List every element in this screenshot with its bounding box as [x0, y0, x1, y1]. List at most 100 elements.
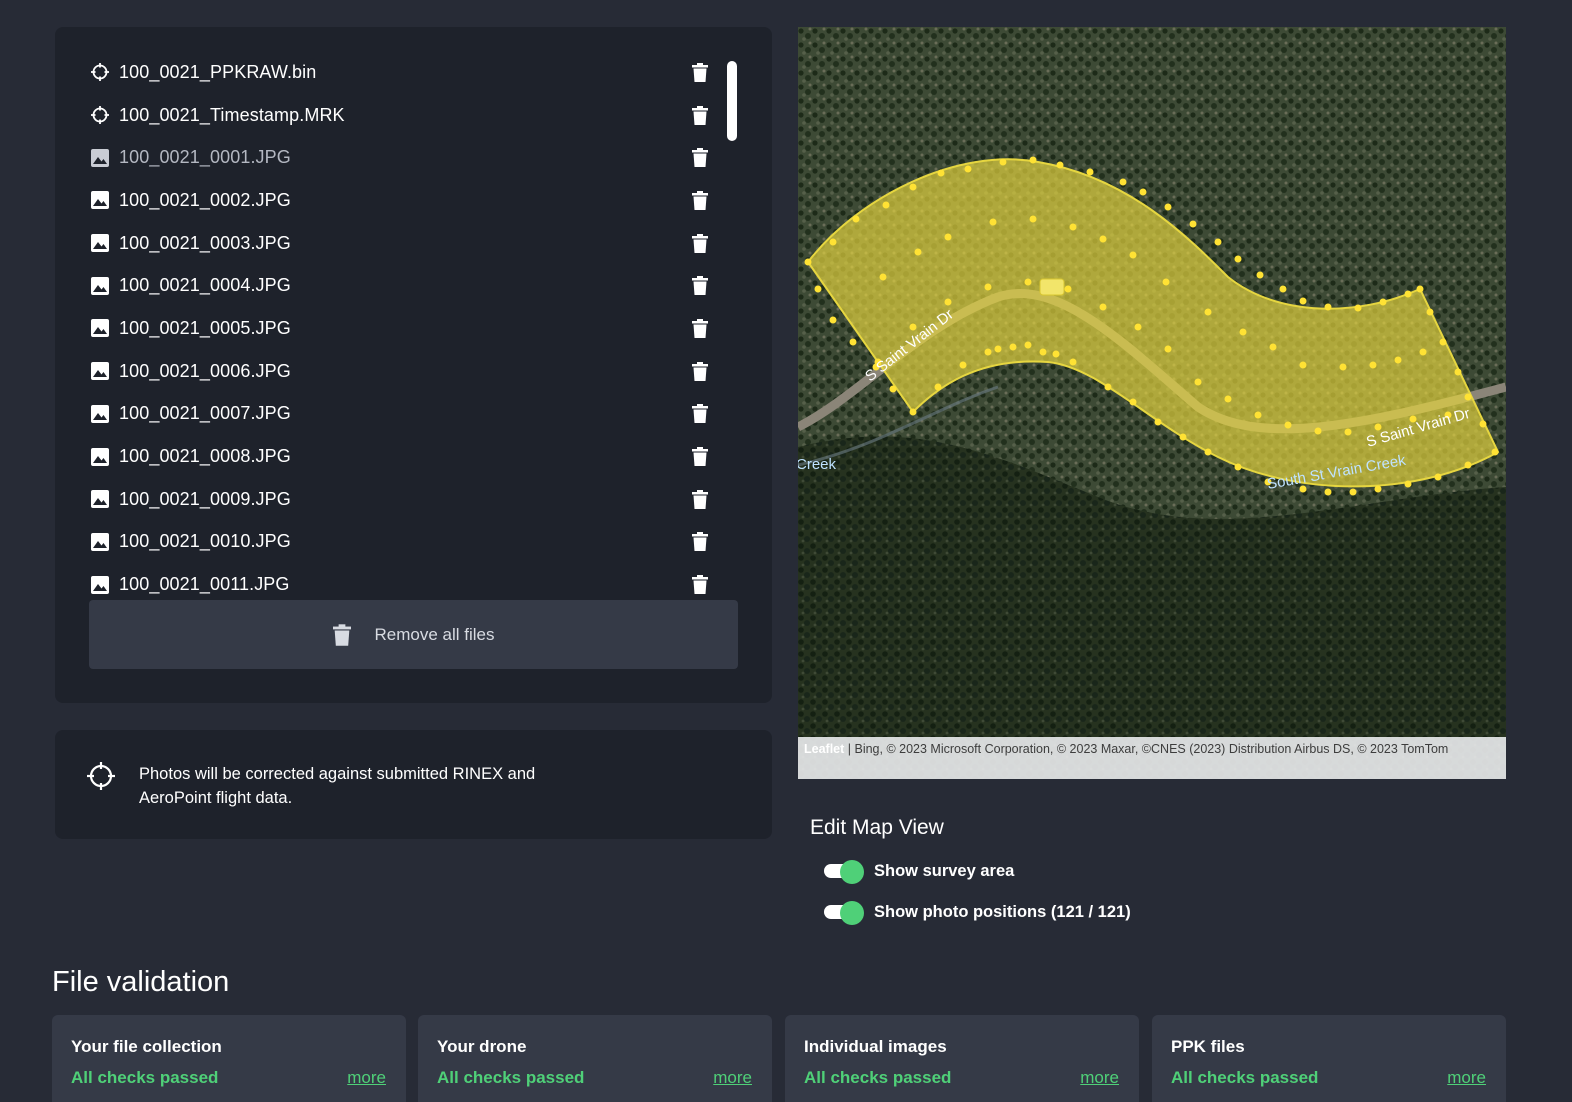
toggle-switch[interactable]: [824, 860, 864, 884]
scrollbar[interactable]: [727, 61, 737, 141]
delete-file-button[interactable]: [690, 531, 710, 553]
file-name: 100_0021_Timestamp.MRK: [119, 104, 345, 125]
trash-icon: [692, 404, 708, 424]
delete-file-button[interactable]: [690, 317, 710, 339]
card-title: PPK files: [1171, 1037, 1245, 1056]
trash-icon: [692, 276, 708, 296]
card-title: Your file collection: [71, 1037, 222, 1056]
card-status: All checks passed: [1171, 1068, 1319, 1087]
trash-icon: [692, 447, 708, 467]
image-icon: [89, 317, 111, 339]
validation-card-ppk-files: PPK files All checks passed more: [1152, 1015, 1506, 1102]
file-name: 100_0021_0003.JPG: [119, 232, 291, 253]
delete-file-button[interactable]: [690, 403, 710, 425]
survey-map[interactable]: S Saint Vrain Dr S Saint Vrain Dr South …: [798, 27, 1506, 779]
list-item: 100_0021_0004.JPG: [89, 264, 749, 307]
edit-map-view-title: Edit Map View: [810, 816, 944, 839]
attribution-text: | Bing, © 2023 Microsoft Corporation, © …: [844, 742, 1449, 756]
trash-icon: [332, 623, 351, 646]
list-item: 100_0021_0005.JPG: [89, 307, 749, 350]
file-name: 100_0021_0009.JPG: [119, 488, 291, 509]
toggle-label: Show photo positions (121 / 121): [874, 902, 1131, 921]
file-name: 100_0021_0008.JPG: [119, 446, 291, 467]
list-item: 100_0021_Timestamp.MRK: [89, 94, 749, 137]
file-list-panel: 100_0021_PPKRAW.bin 100_0021_Timestamp.M…: [55, 27, 772, 703]
validation-card-drone: Your drone All checks passed more: [418, 1015, 772, 1102]
delete-file-button[interactable]: [690, 574, 710, 596]
more-link[interactable]: more: [713, 1068, 752, 1088]
list-item: 100_0021_0001.JPG: [89, 136, 749, 179]
delete-file-button[interactable]: [690, 275, 710, 297]
more-link[interactable]: more: [347, 1068, 386, 1088]
trash-icon: [692, 105, 708, 125]
card-title: Your drone: [437, 1037, 527, 1056]
trash-icon: [692, 62, 708, 82]
list-item: 100_0021_0008.JPG: [89, 435, 749, 478]
correction-info-text: Photos will be corrected against submitt…: [139, 765, 536, 807]
trash-icon: [692, 361, 708, 381]
map-attribution: Leaflet | Bing, © 2023 Microsoft Corpora…: [798, 737, 1506, 779]
file-validation-title: File validation: [52, 966, 230, 998]
file-name: 100_0021_0007.JPG: [119, 403, 291, 424]
leaflet-link[interactable]: Leaflet: [804, 742, 844, 756]
image-icon: [89, 446, 111, 468]
card-status: All checks passed: [804, 1068, 952, 1087]
delete-file-button[interactable]: [690, 488, 710, 510]
file-name: 100_0021_0010.JPG: [119, 531, 291, 552]
delete-file-button[interactable]: [690, 446, 710, 468]
trash-icon: [692, 532, 708, 552]
show-photo-positions-toggle[interactable]: Show photo positions (121 / 121): [824, 901, 1131, 925]
image-icon: [89, 574, 111, 596]
image-icon: [89, 189, 111, 211]
delete-file-button[interactable]: [690, 61, 710, 83]
validation-card-file-collection: Your file collection All checks passed m…: [52, 1015, 406, 1102]
correction-info-panel: Photos will be corrected against submitt…: [55, 730, 772, 839]
list-item: 100_0021_0002.JPG: [89, 179, 749, 222]
image-icon: [89, 147, 111, 169]
card-status: All checks passed: [437, 1068, 585, 1087]
file-name: 100_0021_0001.JPG: [119, 147, 291, 168]
file-name: 100_0021_0005.JPG: [119, 317, 291, 338]
delete-file-button[interactable]: [690, 232, 710, 254]
delete-file-button[interactable]: [690, 104, 710, 126]
trash-icon: [692, 489, 708, 509]
list-item: 100_0021_0010.JPG: [89, 521, 749, 564]
card-title: Individual images: [804, 1037, 947, 1056]
more-link[interactable]: more: [1080, 1068, 1119, 1088]
list-item: 100_0021_0006.JPG: [89, 350, 749, 393]
trash-icon: [692, 233, 708, 253]
image-icon: [89, 531, 111, 553]
creek-label: Creek: [798, 456, 837, 473]
remove-all-label: Remove all files: [374, 624, 495, 644]
list-item: 100_0021_0009.JPG: [89, 478, 749, 521]
toggle-switch[interactable]: [824, 901, 864, 925]
crosshair-icon: [89, 61, 111, 83]
trash-icon: [692, 318, 708, 338]
trash-icon: [692, 190, 708, 210]
trash-icon: [692, 575, 708, 595]
crosshair-icon: [85, 760, 117, 797]
trash-icon: [692, 148, 708, 168]
image-icon: [89, 275, 111, 297]
image-icon: [89, 488, 111, 510]
delete-file-button[interactable]: [690, 147, 710, 169]
delete-file-button[interactable]: [690, 360, 710, 382]
crosshair-icon: [89, 104, 111, 126]
remove-all-files-button[interactable]: Remove all files: [89, 600, 738, 669]
file-name: 100_0021_0011.JPG: [119, 574, 290, 595]
file-list[interactable]: 100_0021_PPKRAW.bin 100_0021_Timestamp.M…: [89, 51, 749, 615]
image-icon: [89, 232, 111, 254]
more-link[interactable]: more: [1447, 1068, 1486, 1088]
show-survey-area-toggle[interactable]: Show survey area: [824, 860, 1015, 884]
toggle-label: Show survey area: [874, 861, 1015, 880]
file-name: 100_0021_0006.JPG: [119, 360, 291, 381]
delete-file-button[interactable]: [690, 189, 710, 211]
card-status: All checks passed: [71, 1068, 219, 1087]
list-item: 100_0021_0007.JPG: [89, 393, 749, 436]
image-icon: [89, 360, 111, 382]
file-name: 100_0021_0004.JPG: [119, 275, 291, 296]
file-name: 100_0021_PPKRAW.bin: [119, 61, 317, 82]
file-name: 100_0021_0002.JPG: [119, 189, 291, 210]
validation-card-individual-images: Individual images All checks passed more: [785, 1015, 1139, 1102]
list-item: 100_0021_0003.JPG: [89, 222, 749, 265]
